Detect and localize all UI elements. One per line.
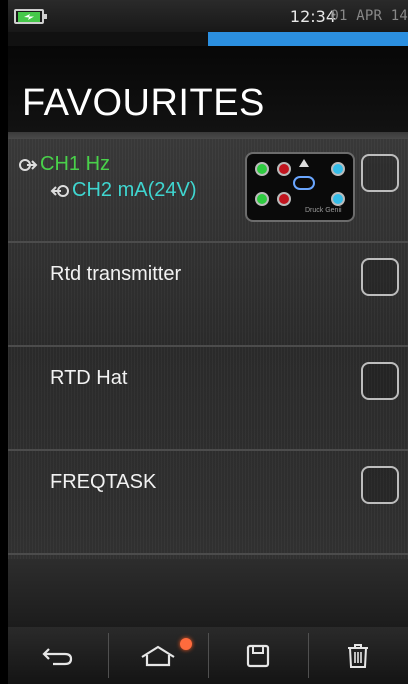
save-icon xyxy=(246,644,270,667)
channel-1: CH1 Hz xyxy=(18,153,110,176)
favourites-list: CH1 Hz CH2 mA(24V) Druck Genii Rtd trans… xyxy=(8,139,408,559)
device-connection-diagram: Druck Genii xyxy=(245,152,355,222)
navigation-bar xyxy=(8,627,408,684)
battery-charging-icon xyxy=(14,9,47,24)
channel-1-label: CH1 Hz xyxy=(40,153,111,175)
checkbox-rtd-hat[interactable] xyxy=(361,362,399,400)
checkbox-channels[interactable] xyxy=(361,154,399,192)
title-bar: FAVOURITES xyxy=(8,46,408,132)
trash-icon xyxy=(348,643,368,668)
channel-2: CH2 mA(24V) xyxy=(50,179,196,202)
delete-button[interactable] xyxy=(308,627,408,684)
save-button[interactable] xyxy=(208,627,308,684)
list-item-label: Rtd transmitter xyxy=(50,263,182,285)
checkbox-rtd-transmitter[interactable] xyxy=(361,258,399,296)
list-item-rtd-transmitter[interactable]: Rtd transmitter xyxy=(8,243,408,347)
list-item-channels[interactable]: CH1 Hz CH2 mA(24V) Druck Genii xyxy=(8,139,408,243)
page-title: FAVOURITES xyxy=(22,82,265,124)
device-brand: Druck Genii xyxy=(305,207,342,214)
home-icon xyxy=(141,645,175,666)
checkbox-freqtask[interactable] xyxy=(361,466,399,504)
status-bar: 12:34 01 APR 14 xyxy=(8,0,408,32)
list-item-label: RTD Hat xyxy=(50,367,128,389)
channel-2-label: CH2 mA(24V) xyxy=(72,179,197,201)
channel-in-arrow-icon xyxy=(50,184,69,197)
list-footer xyxy=(8,559,408,627)
clock: 12:34 xyxy=(289,7,336,26)
home-button[interactable] xyxy=(108,627,208,684)
list-item-freqtask[interactable]: FREQTASK xyxy=(8,451,408,555)
list-item-label: FREQTASK xyxy=(50,471,157,493)
title-divider xyxy=(8,132,408,139)
list-item-rtd-hat[interactable]: RTD Hat xyxy=(8,347,408,451)
progress-fill xyxy=(208,32,408,46)
back-icon xyxy=(42,647,73,665)
back-button[interactable] xyxy=(8,627,108,684)
progress-bar xyxy=(8,32,408,46)
channel-out-arrow-icon xyxy=(19,158,38,171)
date: 01 APR 14 xyxy=(330,8,408,24)
notification-dot xyxy=(180,638,192,650)
